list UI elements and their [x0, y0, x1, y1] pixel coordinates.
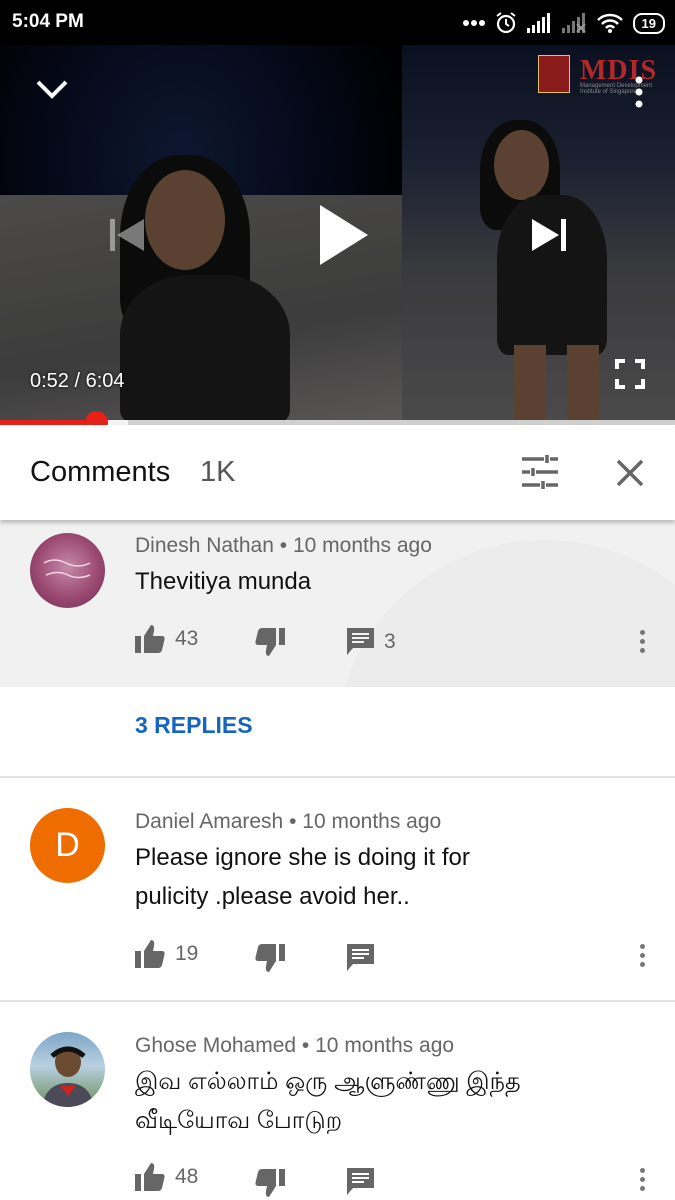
avatar[interactable] [30, 533, 105, 608]
more-options-icon[interactable] [630, 75, 648, 109]
close-icon[interactable] [616, 459, 644, 487]
reply-icon [347, 944, 374, 971]
battery-indicator: 19 [632, 12, 665, 34]
reply-button[interactable] [347, 1168, 374, 1195]
previous-icon [110, 219, 144, 251]
like-button[interactable]: 19 [135, 940, 198, 968]
comment-author-meta: Dinesh Nathan • 10 months ago [135, 534, 432, 557]
comment-text: Please ignore she is doing it for pulici… [135, 844, 470, 910]
thumbs-down-icon [255, 628, 285, 656]
comment-text: Thevitiya munda [135, 568, 312, 595]
crest-icon [538, 55, 570, 93]
comment-more-icon[interactable] [632, 1164, 652, 1198]
comment-text: இவ எல்லாம் ஒரு ஆளுண்ணு இந்த வீடியோவ போடு… [135, 1068, 521, 1134]
avatar[interactable] [30, 1032, 105, 1107]
comment-author-meta: Ghose Mohamed • 10 months ago [135, 1034, 455, 1057]
minimize-chevron-icon[interactable] [34, 78, 70, 102]
comment-item: Dinesh Nathan • 10 months ago Thevitiya … [0, 520, 675, 687]
channel-watermark-logo: MDIS Management Development Institute of… [538, 55, 668, 95]
signal-weak-icon [561, 13, 586, 33]
alarm-icon [495, 12, 516, 34]
dislike-button[interactable] [255, 944, 285, 972]
dislike-button[interactable] [255, 628, 285, 656]
like-button[interactable]: 43 [135, 625, 198, 653]
signal-icon [526, 13, 550, 33]
fullscreen-icon[interactable] [615, 359, 645, 389]
comment-more-icon[interactable] [632, 626, 652, 660]
avatar[interactable]: D [30, 808, 105, 883]
sort-filter-icon[interactable] [522, 455, 558, 489]
play-icon[interactable] [318, 203, 370, 267]
video-time: 0:52 / 6:04 [30, 370, 125, 392]
status-bar: 5:04 PM 19 [0, 0, 675, 45]
comments-count: 1K [200, 456, 236, 488]
comment-item: Ghose Mohamed • 10 months ago இவ எல்லாம்… [0, 1002, 675, 1200]
video-player[interactable]: MDIS Management Development Institute of… [0, 45, 675, 423]
like-button[interactable]: 48 [135, 1163, 198, 1191]
reply-button[interactable]: 3 [347, 628, 396, 655]
status-time: 5:04 PM [12, 11, 84, 32]
status-icons: 19 [462, 10, 665, 36]
more-dots-icon [462, 20, 485, 26]
comments-title: Comments [30, 456, 171, 488]
thumbs-up-icon [135, 625, 165, 653]
wifi-icon [596, 13, 623, 33]
thumbs-up-icon [135, 940, 165, 968]
thumbs-up-icon [135, 1163, 165, 1191]
thumbs-down-icon [255, 1169, 285, 1197]
comment-more-icon[interactable] [632, 940, 652, 974]
dislike-button[interactable] [255, 1169, 285, 1197]
comment-author-meta: Daniel Amaresh • 10 months ago [135, 810, 442, 833]
view-replies-link[interactable]: 3 REPLIES [135, 712, 253, 739]
reply-button[interactable] [347, 944, 374, 971]
reply-icon [347, 1168, 374, 1195]
comments-header: Comments 1K [0, 425, 675, 520]
thumbs-down-icon [255, 944, 285, 972]
reply-icon [347, 628, 374, 655]
next-icon[interactable] [530, 217, 568, 253]
comment-item: D Daniel Amaresh • 10 months ago Please … [0, 778, 675, 1000]
